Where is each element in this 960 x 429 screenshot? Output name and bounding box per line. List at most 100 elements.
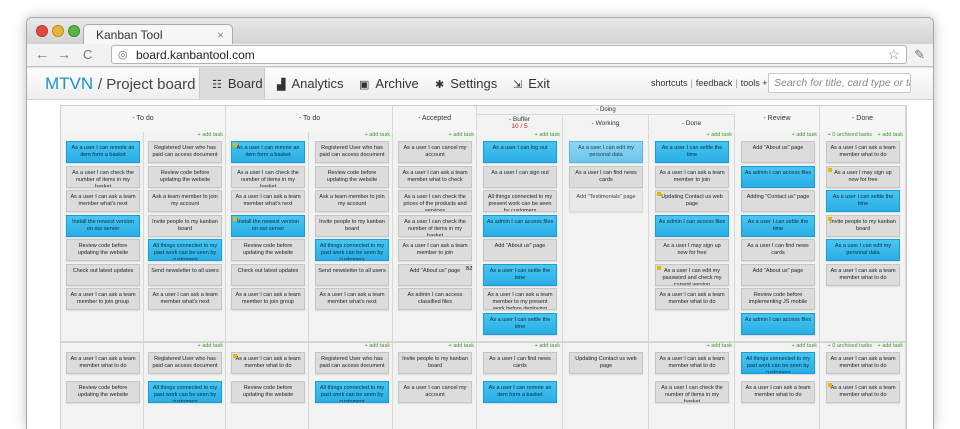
task-card[interactable]: As a user I can ask a team member what t… <box>826 381 900 403</box>
task-card[interactable]: As a user I can ask a team member what t… <box>398 166 472 188</box>
add-task-link[interactable]: + add task <box>735 343 817 349</box>
task-card[interactable]: As a user I can edit my personal data <box>826 239 900 261</box>
search-input[interactable]: Search for title, card type or tag... <box>768 73 911 93</box>
add-task-link[interactable]: + add task <box>393 132 474 138</box>
task-card[interactable]: As a user I can remote an item form a ba… <box>66 141 140 163</box>
task-card[interactable]: All things connected to my past work can… <box>315 239 389 261</box>
task-card[interactable]: Add "Testimonials" page <box>569 190 643 212</box>
tab-close-icon[interactable]: × <box>217 28 224 42</box>
task-card[interactable]: Add "About us" page <box>398 264 472 286</box>
task-card[interactable]: Review code before updating the website <box>148 166 222 188</box>
maximize-window-button[interactable] <box>68 25 80 37</box>
task-card[interactable]: As a user I can check the number of item… <box>66 166 140 188</box>
task-card[interactable]: As a user I can ask a team member what t… <box>826 264 900 286</box>
task-card[interactable]: As a user I can check the number of item… <box>655 381 729 403</box>
archived-tasks-link[interactable]: + 0 archived tasks <box>820 343 872 349</box>
task-card[interactable]: As admin I can access files <box>741 313 815 335</box>
task-card[interactable]: Review code before updating the website <box>231 381 305 403</box>
task-card[interactable]: Review code before updating the website <box>66 381 140 403</box>
task-card[interactable]: Updating Contact us web page <box>569 352 643 374</box>
task-card[interactable]: As a user I can ask a team member what t… <box>231 352 305 374</box>
task-card[interactable]: As a user I can check the prices of the … <box>398 190 472 212</box>
task-card[interactable]: Registered User who has paid can access … <box>315 141 389 163</box>
task-card[interactable]: As a user I can log out <box>483 141 557 163</box>
back-button[interactable]: ← <box>35 46 49 62</box>
task-card[interactable]: All things connected to my past work can… <box>148 239 222 261</box>
task-card[interactable]: Invite people to my kanban board <box>148 215 222 237</box>
task-card[interactable]: Check out latest updates <box>231 264 305 286</box>
column-header[interactable]: - Done <box>820 106 906 131</box>
add-task-link[interactable]: + add task <box>477 343 560 349</box>
add-task-link[interactable]: + add task <box>393 343 474 349</box>
task-card[interactable]: Install the newest version on our server <box>231 215 305 237</box>
add-task-link[interactable]: + add task <box>735 132 817 138</box>
column-header[interactable]: - Review <box>735 106 820 131</box>
add-task-link[interactable]: + add task <box>649 132 732 138</box>
task-card[interactable]: Ask a team member to join my account <box>315 190 389 212</box>
task-card[interactable]: Send newsletter to all users <box>148 264 222 286</box>
task-card[interactable]: Add "About us" page <box>741 264 815 286</box>
task-card[interactable]: Registered User who has paid can access … <box>148 352 222 374</box>
bookmark-star-icon[interactable]: ☆ <box>887 46 900 63</box>
minimize-window-button[interactable] <box>52 25 64 37</box>
task-card[interactable]: As admin I can access files <box>655 215 729 237</box>
task-card[interactable]: As a user I can settle the time <box>826 190 900 212</box>
close-window-button[interactable] <box>36 25 48 37</box>
reload-button[interactable]: C <box>83 47 92 62</box>
feedback-link[interactable]: feedback <box>696 78 733 88</box>
task-card[interactable]: Review code before updating the website <box>315 166 389 188</box>
task-card[interactable]: As a user I can edit my password and che… <box>655 264 729 286</box>
task-card[interactable]: As a user I can ask a team member what's… <box>148 288 222 310</box>
task-card[interactable]: As a user I can ask a team member to joi… <box>398 239 472 261</box>
task-card[interactable]: Registered User who has paid can access … <box>148 141 222 163</box>
board-selector[interactable]: MTVN / Project board ▼ <box>45 74 213 94</box>
task-card[interactable]: As a user I can ask a team member what's… <box>231 190 305 212</box>
column-header[interactable]: - Done <box>649 115 735 131</box>
add-task-link[interactable]: + add task <box>144 343 223 349</box>
wrench-icon[interactable]: ✎ <box>914 47 925 63</box>
task-card[interactable]: All things connected to my present work … <box>483 190 557 212</box>
task-card[interactable]: Adding "Contact us" page <box>741 190 815 212</box>
task-card[interactable]: As a user I can find news cards <box>483 352 557 374</box>
task-card[interactable]: Review code before updating the website <box>231 239 305 261</box>
task-card[interactable]: As a user I can remote an item form a ba… <box>483 381 557 403</box>
task-card[interactable]: As a user I can ask a team member what's… <box>66 190 140 212</box>
task-card[interactable]: As a user I can find news cards <box>741 239 815 261</box>
tools-link[interactable]: tools + <box>741 78 768 88</box>
column-header[interactable]: - Accepted <box>393 106 477 131</box>
column-header[interactable]: - Working <box>563 115 649 131</box>
task-card[interactable]: As a user I can edit my personal data <box>569 141 643 163</box>
task-card[interactable]: Ask a team member to join my account <box>148 190 222 212</box>
task-card[interactable]: Add "About us" page <box>483 239 557 261</box>
task-card[interactable]: As a user I can ask a team member to joi… <box>66 288 140 310</box>
add-task-link[interactable]: + add task <box>477 132 560 138</box>
task-card[interactable]: As a user I can ask a team member what's… <box>315 288 389 310</box>
menu-board[interactable]: ☷ Board <box>199 68 265 100</box>
column-header[interactable]: - To do <box>227 106 393 131</box>
task-card[interactable]: Review code before implementing JS mobil… <box>741 288 815 310</box>
task-card[interactable]: Send newsletter to all users <box>315 264 389 286</box>
task-card[interactable]: As a user I can ask a team member to my … <box>483 288 557 310</box>
task-card[interactable]: As a user I can cancel my account <box>398 381 472 403</box>
address-bar[interactable]: ◎ board.kanbantool.com ☆ <box>111 45 907 64</box>
task-card[interactable]: As a user I can sign out <box>483 166 557 188</box>
task-card[interactable]: As a user I can find news cards <box>569 166 643 188</box>
task-card[interactable]: As a user I can ask a team member to joi… <box>231 288 305 310</box>
task-card[interactable]: As a user I can remote an item form a ba… <box>231 141 305 163</box>
task-card[interactable]: As a user I can ask a team member what t… <box>741 381 815 403</box>
menu-analytics[interactable]: ▟ Analytics <box>265 68 347 100</box>
task-card[interactable]: As a user I can cancel my account <box>398 141 472 163</box>
shortcuts-link[interactable]: shortcuts <box>651 78 688 88</box>
task-card[interactable]: All things connected to my past work can… <box>741 352 815 374</box>
task-card[interactable]: As a user I can settle the time <box>483 264 557 286</box>
task-card[interactable]: As a user I can ask a team member what t… <box>655 288 729 310</box>
task-card[interactable]: As a user I may sign up now for free <box>655 239 729 261</box>
browser-tab[interactable]: Kanban Tool × <box>83 24 233 45</box>
archived-tasks-link[interactable]: + 0 archived tasks <box>820 132 872 138</box>
task-card[interactable]: As a user I can settle the time <box>483 313 557 335</box>
task-card[interactable]: Registered User who has paid can access … <box>315 352 389 374</box>
task-card[interactable]: As a user I can ask a team member what t… <box>655 352 729 374</box>
task-card[interactable]: As a user I can ask a team member what t… <box>826 141 900 163</box>
menu-exit[interactable]: ⇲ Exit <box>501 68 561 100</box>
add-task-link[interactable]: + add task <box>310 343 390 349</box>
